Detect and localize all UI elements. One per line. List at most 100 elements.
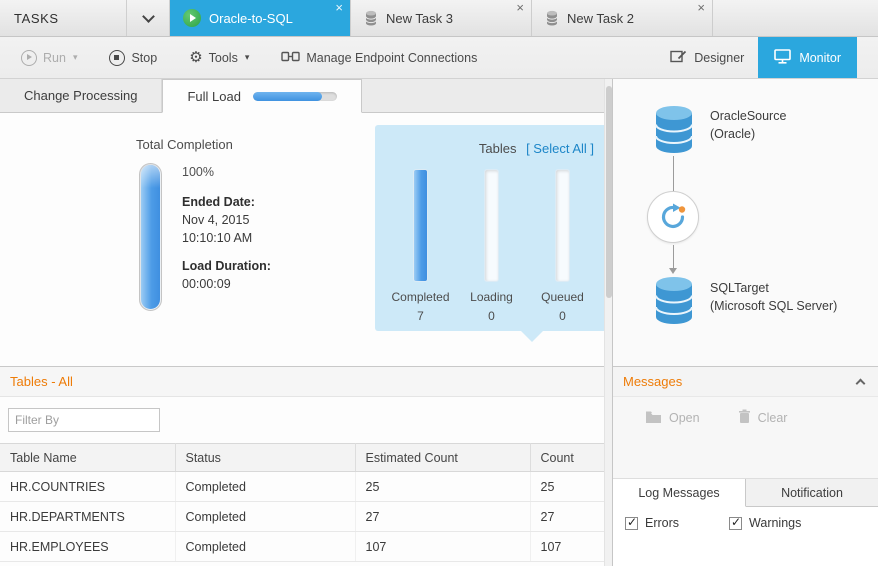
table-row[interactable]: HR.EMPLOYEES Completed 107 107 bbox=[0, 532, 612, 562]
open-button[interactable]: Open bbox=[645, 409, 700, 427]
gauge-completed[interactable]: Completed 7 bbox=[386, 169, 456, 323]
tab-oracle-to-sql[interactable]: Oracle-to-SQL × bbox=[170, 0, 351, 36]
gauge-value: 7 bbox=[417, 309, 424, 323]
gear-icon: ⚙ bbox=[189, 50, 202, 65]
run-button[interactable]: Run ▾ bbox=[12, 44, 86, 72]
ended-time-value: 10:10:10 AM bbox=[182, 229, 271, 247]
gauge-loading[interactable]: Loading 0 bbox=[457, 169, 527, 323]
tools-button[interactable]: ⚙ Tools ▾ bbox=[180, 44, 258, 71]
database-icon bbox=[364, 10, 378, 27]
messages-title: Messages bbox=[623, 374, 857, 389]
tasks-menu[interactable]: TASKS bbox=[0, 0, 126, 36]
gauge-bar bbox=[555, 169, 570, 282]
messages-tabbar: Log Messages Notification bbox=[613, 478, 878, 507]
cell-estimated-count: 107 bbox=[355, 532, 530, 562]
warnings-checkbox[interactable] bbox=[729, 517, 742, 530]
stop-icon bbox=[109, 50, 125, 66]
close-icon[interactable]: × bbox=[697, 1, 705, 15]
monitor-label: Monitor bbox=[799, 51, 841, 65]
errors-checkbox-group[interactable]: Errors bbox=[625, 516, 679, 530]
table-row[interactable]: HR.DEPARTMENTS Completed 27 27 bbox=[0, 502, 612, 532]
load-duration-value: 00:00:09 bbox=[182, 275, 271, 293]
toolbar: Run ▾ Stop ⚙ Tools ▾ Manage Endpoint Con… bbox=[0, 37, 878, 79]
connector-line bbox=[673, 245, 674, 268]
tables-section-title: Tables - All bbox=[10, 374, 73, 389]
tab-full-load[interactable]: Full Load bbox=[162, 79, 361, 113]
cell-count: 25 bbox=[530, 472, 612, 502]
collapse-button[interactable] bbox=[857, 376, 864, 387]
column-header-status[interactable]: Status bbox=[175, 444, 355, 472]
table-row[interactable]: HR.COUNTRIES Completed 25 25 bbox=[0, 472, 612, 502]
messages-filters: Errors Warnings bbox=[613, 507, 878, 566]
gauge-label: Loading bbox=[470, 290, 513, 304]
right-panel: OracleSource (Oracle) SQLTarget (Microso… bbox=[612, 79, 878, 566]
arrow-down-icon bbox=[669, 268, 677, 274]
filter-input[interactable] bbox=[8, 408, 160, 432]
column-header-count[interactable]: Count bbox=[530, 444, 612, 472]
monitor-dashboard: Total Completion 100% Ended Date: Nov 4,… bbox=[0, 113, 612, 366]
ended-date-label: Ended Date: bbox=[182, 193, 271, 211]
source-node-label[interactable]: OracleSource (Oracle) bbox=[710, 107, 786, 143]
trash-icon bbox=[738, 409, 751, 427]
close-icon[interactable]: × bbox=[335, 1, 343, 15]
play-icon bbox=[21, 50, 37, 66]
close-icon[interactable]: × bbox=[516, 1, 524, 15]
clear-label: Clear bbox=[758, 411, 788, 425]
tasks-dropdown-button[interactable] bbox=[126, 0, 170, 36]
monitor-button[interactable]: Monitor bbox=[758, 37, 857, 78]
tab-new-task-2[interactable]: New Task 2 × bbox=[532, 0, 713, 36]
manage-endpoints-button[interactable]: Manage Endpoint Connections bbox=[272, 43, 486, 73]
cell-table-name: HR.DEPARTMENTS bbox=[0, 502, 175, 532]
vertical-scrollbar[interactable] bbox=[604, 79, 612, 566]
tables-gauges-panel[interactable]: Tables [ Select All ] Completed 7 Loadin… bbox=[375, 125, 608, 331]
tab-notification[interactable]: Notification bbox=[746, 479, 878, 506]
tables-gauges-bars: Completed 7 Loading 0 Queued 0 bbox=[385, 169, 598, 323]
app-window: TASKS Oracle-to-SQL × New Task 3 × New T… bbox=[0, 0, 878, 566]
gauge-queued[interactable]: Queued 0 bbox=[528, 169, 598, 323]
gauge-bar bbox=[484, 169, 499, 282]
target-database-icon[interactable] bbox=[652, 276, 696, 328]
manage-endpoints-label: Manage Endpoint Connections bbox=[306, 51, 477, 65]
warnings-checkbox-group[interactable]: Warnings bbox=[729, 516, 801, 530]
full-load-label: Full Load bbox=[187, 89, 240, 104]
cell-count: 27 bbox=[530, 502, 612, 532]
filter-row bbox=[0, 397, 612, 443]
run-label: Run bbox=[43, 51, 66, 65]
source-type: (Oracle) bbox=[710, 125, 786, 143]
designer-label: Designer bbox=[694, 51, 744, 65]
chevron-down-icon: ▾ bbox=[245, 53, 250, 62]
gauge-bar bbox=[413, 169, 428, 282]
designer-button[interactable]: Designer bbox=[660, 43, 754, 73]
view-tabbar: Change Processing Full Load bbox=[0, 79, 612, 113]
target-node-label[interactable]: SQLTarget (Microsoft SQL Server) bbox=[710, 279, 837, 315]
clear-button[interactable]: Clear bbox=[738, 409, 788, 427]
select-all-link[interactable]: [ Select All ] bbox=[526, 141, 594, 156]
column-header-estimated-count[interactable]: Estimated Count bbox=[355, 444, 530, 472]
tab-label: New Task 3 bbox=[386, 11, 453, 26]
tasks-label: TASKS bbox=[14, 11, 59, 26]
cell-status: Completed bbox=[175, 502, 355, 532]
source-database-icon[interactable] bbox=[652, 105, 696, 157]
tables-section: Tables - All Table Name Status Estimated… bbox=[0, 366, 612, 566]
tables-gauges-title: Tables bbox=[479, 141, 517, 156]
tab-change-processing[interactable]: Change Processing bbox=[0, 79, 162, 112]
gauge-label: Queued bbox=[541, 290, 584, 304]
messages-panel: Messages Open Clear bbox=[613, 366, 878, 566]
full-load-progressbar bbox=[253, 92, 337, 101]
cell-count: 107 bbox=[530, 532, 612, 562]
cell-table-name: HR.COUNTRIES bbox=[0, 472, 175, 502]
errors-checkbox[interactable] bbox=[625, 517, 638, 530]
cell-table-name: HR.EMPLOYEES bbox=[0, 532, 175, 562]
tab-new-task-3[interactable]: New Task 3 × bbox=[351, 0, 532, 36]
source-name: OracleSource bbox=[710, 107, 786, 125]
chevron-up-icon bbox=[856, 379, 866, 389]
messages-header: Messages bbox=[613, 367, 878, 397]
tab-log-messages[interactable]: Log Messages bbox=[613, 479, 746, 507]
open-label: Open bbox=[669, 411, 700, 425]
load-duration-label: Load Duration: bbox=[182, 257, 271, 275]
gauge-value: 0 bbox=[488, 309, 495, 323]
target-type: (Microsoft SQL Server) bbox=[710, 297, 837, 315]
notification-label: Notification bbox=[781, 486, 843, 500]
stop-button[interactable]: Stop bbox=[100, 44, 166, 72]
column-header-table-name[interactable]: Table Name bbox=[0, 444, 175, 472]
